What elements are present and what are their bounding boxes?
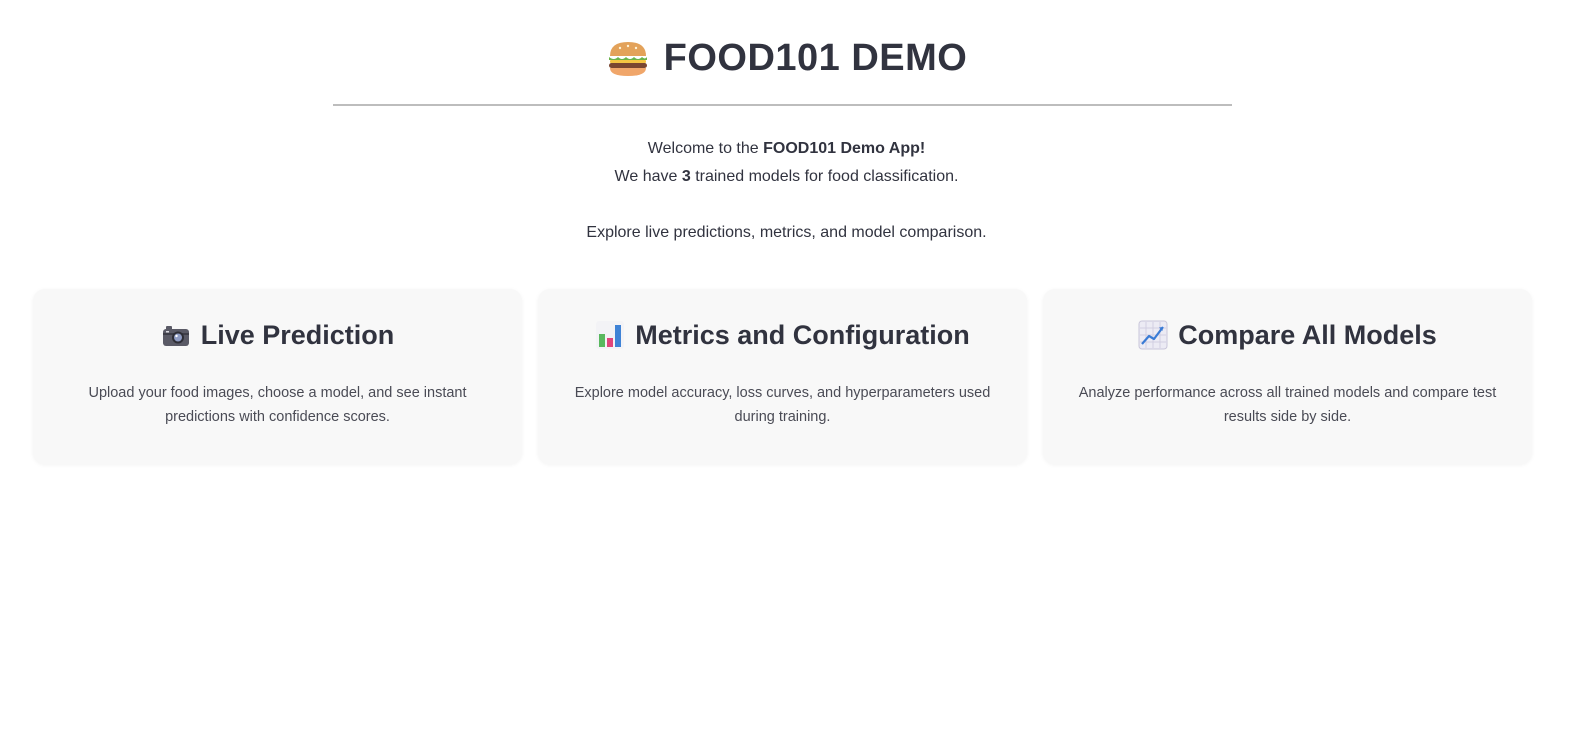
burger-icon — [606, 36, 650, 80]
line-chart-icon — [1138, 320, 1168, 350]
app-name: FOOD101 Demo App! — [763, 140, 926, 157]
model-count: 3 — [681, 168, 691, 185]
card-title: Metrics and Configuration — [635, 320, 970, 350]
camera-icon — [161, 320, 191, 350]
feature-cards: Live Prediction Upload your food images,… — [33, 289, 1532, 464]
card-header: Compare All Models — [1065, 319, 1510, 351]
page-header: FOOD101 DEMO — [0, 34, 1573, 82]
intro-line-1: Welcome to the FOOD101 Demo App! — [0, 135, 1573, 163]
card-description: Explore model accuracy, loss curves, and… — [574, 385, 991, 425]
intro-line-2: We have 3 trained models for food classi… — [0, 163, 1573, 191]
page-title: FOOD101 DEMO — [663, 37, 968, 79]
card-header: Live Prediction — [55, 319, 500, 351]
intro-text: Welcome to the FOOD101 Demo App! We have… — [0, 135, 1573, 247]
card-compare-models: Compare All Models Analyze performance a… — [1043, 289, 1532, 464]
card-description: Analyze performance across all trained m… — [1078, 385, 1497, 425]
card-title: Live Prediction — [200, 320, 395, 350]
intro-line-2-prefix: We have — [614, 168, 682, 185]
card-title: Compare All Models — [1178, 320, 1437, 350]
intro-line-2-suffix: trained models for food classification. — [690, 168, 959, 185]
card-header: Metrics and Configuration — [560, 319, 1005, 351]
card-metrics-configuration: Metrics and Configuration Explore model … — [538, 289, 1027, 464]
bar-chart-icon — [595, 320, 625, 350]
intro-line-1-prefix: Welcome to the — [647, 140, 764, 157]
card-description: Upload your food images, choose a model,… — [88, 385, 467, 425]
card-live-prediction: Live Prediction Upload your food images,… — [33, 289, 522, 464]
intro-line-3: Explore live predictions, metrics, and m… — [586, 224, 987, 241]
page: FOOD101 DEMO Welcome to the FOOD101 Demo… — [0, 0, 1573, 730]
header-divider — [333, 104, 1232, 106]
